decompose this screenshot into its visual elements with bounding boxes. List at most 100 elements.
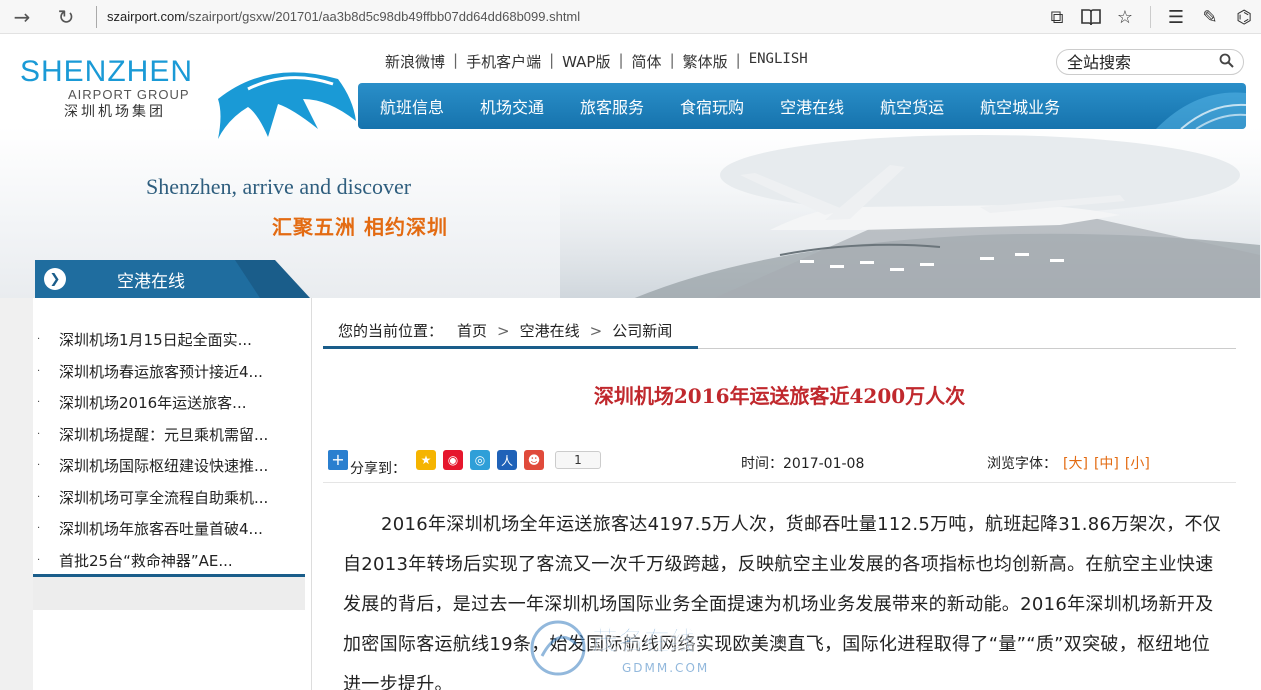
sidebar-news-item[interactable]: · 深圳机场年旅客吞吐量首破4...	[33, 513, 305, 545]
sidebar-news-item[interactable]: · 深圳机场春运旅客预计接近4...	[33, 356, 305, 388]
bullet-icon: ·	[37, 397, 41, 409]
breadcrumb-home[interactable]: 首页	[457, 320, 487, 341]
section-title: 空港在线	[117, 272, 185, 292]
bullet-icon: ·	[37, 460, 41, 472]
toolbar-divider	[1150, 6, 1151, 28]
left-margin	[0, 298, 33, 690]
site-search	[1056, 49, 1244, 75]
sidebar-news-title: 深圳机场年旅客吞吐量首破4...	[59, 520, 263, 539]
chevron-right-icon: ❯	[44, 268, 66, 290]
main-nav: 航班信息 机场交通 旅客服务 食宿玩购 空港在线 航空货运 航空城业务	[358, 83, 1246, 129]
share-count-badge: 1	[555, 451, 601, 469]
sidebar-news-title: 深圳机场提醒：元旦乘机需留...	[59, 425, 269, 444]
sidebar-news-title: 深圳机场春运旅客预计接近4...	[59, 362, 263, 381]
font-size-selector: 浏览字体： [大] [中] [小]	[987, 453, 1150, 473]
extensions-icon[interactable]: ⧉	[1040, 0, 1074, 34]
forward-icon[interactable]: →	[0, 0, 44, 34]
url-path: /szairport/gsxw/201701/aa3b8d5c98db49ffb…	[185, 9, 581, 24]
column-divider	[311, 298, 312, 690]
publish-time: 时间：2017-01-08	[741, 456, 865, 472]
link-wap[interactable]: WAP版	[562, 51, 610, 72]
tencent-weibo-icon[interactable]: ◎	[470, 450, 490, 470]
breadcrumb-company-news[interactable]: 公司新闻	[612, 320, 672, 341]
reading-view-icon[interactable]	[1074, 0, 1108, 34]
banner-slogan-en: Shenzhen, arrive and discover	[146, 174, 412, 199]
bullet-icon: ·	[37, 554, 41, 566]
breadcrumb-underline	[323, 346, 698, 349]
section-tab: ❯ 空港在线	[35, 260, 310, 298]
link-separator: |	[618, 51, 624, 69]
link-english[interactable]: ENGLISH	[749, 51, 808, 72]
breadcrumb-prefix: 您的当前位置：	[338, 322, 444, 340]
site-logo[interactable]: SHENZHEN AIRPORT GROUP 深圳机场集团	[20, 57, 356, 139]
refresh-icon[interactable]: ↻	[44, 0, 88, 34]
airport-aerial-image	[560, 135, 1260, 298]
site-header: SHENZHEN AIRPORT GROUP 深圳机场集团 新浪微博 | 手机客户…	[0, 35, 1261, 298]
sidebar-footer	[33, 574, 305, 610]
weibo-icon[interactable]: ◉	[443, 450, 463, 470]
nav-dining-shopping[interactable]: 食宿玩购	[680, 94, 744, 118]
sidebar-news-item[interactable]: · 深圳机场可享全流程自助乘机...	[33, 482, 305, 514]
renren-icon[interactable]: 人	[497, 450, 517, 470]
chevron-right-icon: >	[497, 321, 510, 340]
sidebar-news-item[interactable]: · 首批25台“救命神器”AE...	[33, 545, 305, 577]
search-icon[interactable]	[1219, 53, 1234, 72]
link-mobile-client[interactable]: 手机客户端	[466, 51, 541, 72]
link-simplified[interactable]: 简体	[632, 51, 662, 72]
url-host: szairport.com	[107, 9, 186, 24]
bullet-icon: ·	[37, 334, 41, 346]
font-size-small[interactable]: [小]	[1125, 456, 1150, 472]
bullet-icon: ·	[37, 523, 41, 535]
kaixin-icon[interactable]: ☻	[524, 450, 544, 470]
favorite-star-icon[interactable]: ☆	[1108, 0, 1142, 34]
banner-slogan-cn: 汇聚五洲 相约深圳	[272, 215, 448, 239]
nav-decoration	[1156, 92, 1246, 129]
bullet-icon: ·	[37, 365, 41, 377]
nav-airport-online[interactable]: 空港在线	[780, 94, 844, 118]
meta-divider	[323, 482, 1236, 483]
link-separator: |	[549, 51, 555, 69]
sidebar-news-title: 深圳机场国际枢纽建设快速推...	[59, 457, 269, 476]
nav-transport[interactable]: 机场交通	[480, 94, 544, 118]
chevron-right-icon: >	[589, 321, 603, 340]
watermark-text: 茂名在线	[592, 626, 696, 657]
nav-cargo[interactable]: 航空货运	[880, 94, 944, 118]
article-meta-bar: + 分享到： ★ ◉ ◎ 人 ☻ 1 时间：2017-01-08 浏览字体： [大…	[323, 448, 1236, 478]
link-separator: |	[735, 51, 741, 69]
sidebar-news-title: 深圳机场1月15日起全面实...	[59, 331, 252, 350]
font-size-medium[interactable]: [中]	[1094, 456, 1119, 472]
browser-toolbar: → ↻ szairport.com/szairport/gsxw/201701/…	[0, 0, 1261, 34]
font-size-large[interactable]: [大]	[1063, 456, 1088, 472]
qzone-icon[interactable]: ★	[416, 450, 436, 470]
address-bar[interactable]: szairport.com/szairport/gsxw/201701/aa3b…	[107, 9, 580, 24]
sidebar-news-item[interactable]: · 深圳机场1月15日起全面实...	[33, 324, 305, 356]
watermark-subtext: GDMM.COM	[622, 661, 709, 675]
share-page-icon[interactable]: ⌬	[1227, 0, 1261, 34]
link-separator: |	[453, 51, 459, 69]
sidebar-news-title: 深圳机场2016年运送旅客...	[59, 394, 247, 413]
share-plus-icon[interactable]: +	[328, 450, 348, 470]
address-divider	[96, 5, 97, 28]
sidebar-news-title: 深圳机场可享全流程自助乘机...	[59, 488, 269, 507]
share-label: 分享到：	[350, 461, 406, 477]
breadcrumb-airport-online[interactable]: 空港在线	[520, 320, 580, 341]
link-traditional[interactable]: 繁体版	[683, 51, 728, 72]
sidebar-news-title: 首批25台“救命神器”AE...	[59, 551, 233, 570]
sidebar-news-item[interactable]: · 深圳机场提醒：元旦乘机需留...	[33, 419, 305, 451]
web-note-icon[interactable]: ✎	[1193, 0, 1227, 34]
site-watermark: 茂名在线 GDMM.COM	[530, 620, 709, 676]
hub-icon[interactable]: ☰	[1159, 0, 1193, 34]
nav-aviation-city[interactable]: 航空城业务	[980, 94, 1060, 118]
logo-wing-icon	[218, 72, 356, 139]
sidebar-news-item[interactable]: · 深圳机场2016年运送旅客...	[33, 387, 305, 419]
article-title: 深圳机场2016年运送旅客近4200万人次	[593, 384, 966, 408]
sidebar-news-list: · 深圳机场1月15日起全面实... · 深圳机场春运旅客预计接近4... · 深圳机…	[33, 300, 305, 610]
breadcrumb: 您的当前位置： 首页 > 空港在线 > 公司新闻	[323, 313, 1236, 349]
nav-flight-info[interactable]: 航班信息	[380, 94, 444, 118]
nav-passenger-service[interactable]: 旅客服务	[580, 94, 644, 118]
search-input[interactable]	[1067, 52, 1215, 72]
link-weibo[interactable]: 新浪微博	[385, 51, 445, 72]
sidebar-news-item[interactable]: · 深圳机场国际枢纽建设快速推...	[33, 450, 305, 482]
link-separator: |	[669, 51, 675, 69]
bullet-icon: ·	[37, 491, 41, 503]
